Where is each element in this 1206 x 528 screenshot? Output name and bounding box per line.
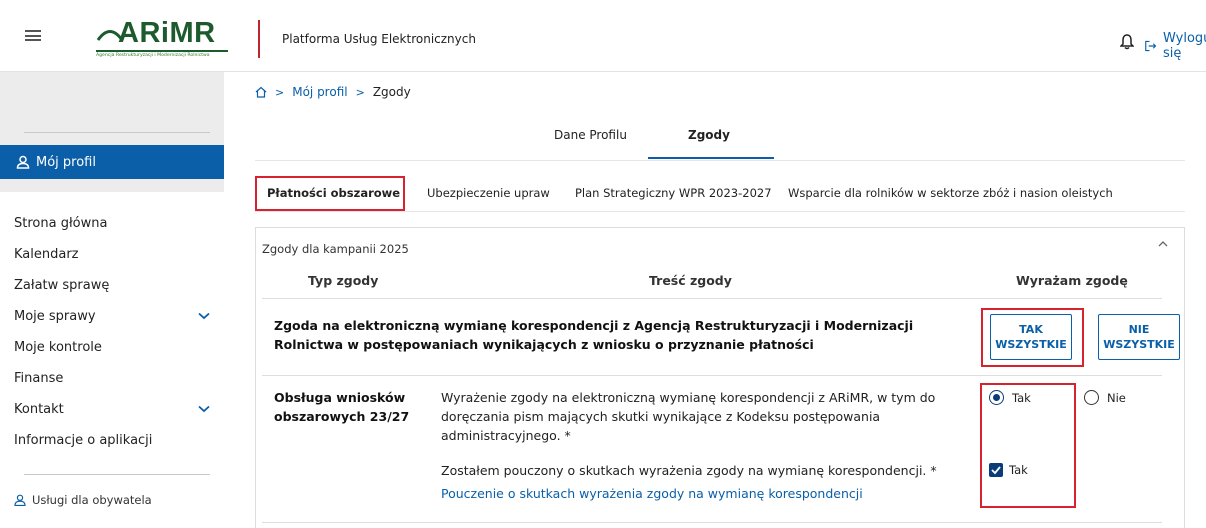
- tab-crop-insurance[interactable]: Ubezpieczenie upraw: [427, 186, 550, 200]
- sidebar-item-my-cases[interactable]: Moje sprawy: [14, 305, 210, 327]
- main-consent-text: Zgoda na elektroniczną wymianę korespond…: [274, 318, 914, 352]
- tab-strategic-plan[interactable]: Plan Strategiczny WPR 2023-2027: [575, 186, 772, 200]
- logout-button[interactable]: Wyloguj się: [1145, 31, 1206, 61]
- breadcrumb-current: Zgody: [372, 85, 411, 99]
- consent-2-yes-checkbox[interactable]: Tak: [989, 463, 1028, 477]
- sidebar-item-handle-matter[interactable]: Załatw sprawę: [14, 274, 210, 296]
- sidebar-item-my-inspections[interactable]: Moje kontrole: [14, 336, 210, 358]
- sidebar-citizen-services[interactable]: Usługi dla obywatela: [14, 493, 152, 507]
- radio-unchecked-icon: [1084, 390, 1099, 405]
- col-header-agree: Wyrażam zgodę: [1016, 273, 1128, 288]
- sidebar-item-home[interactable]: Strona główna: [14, 212, 210, 234]
- breadcrumb-my-profile[interactable]: Mój profil: [292, 85, 347, 99]
- sidebar-item-app-info[interactable]: Informacje o aplikacji: [14, 429, 210, 451]
- profile-tabs: Dane Profilu Zgody: [538, 128, 776, 160]
- consent-1-yes-radio[interactable]: Tak: [989, 390, 1031, 405]
- consent-info-link[interactable]: Pouczenie o skutkach wyrażenia zgody na …: [441, 486, 863, 501]
- sidebar-item-my-profile[interactable]: Mój profil: [0, 145, 224, 179]
- no-all-button[interactable]: NIE WSZYSTKIE: [1098, 314, 1180, 360]
- tab-consents[interactable]: Zgody: [688, 128, 730, 142]
- sidebar-item-contact[interactable]: Kontakt: [14, 398, 210, 420]
- chevron-down-icon: [198, 312, 210, 320]
- hamburger-menu-icon[interactable]: [25, 30, 41, 41]
- user-icon: [16, 155, 30, 169]
- tab-area-payments[interactable]: Płatności obszarowe: [267, 186, 400, 200]
- logout-icon: [1145, 40, 1157, 52]
- top-header: ARiMR Agencja Restrukturyzacji i Moderni…: [0, 0, 1206, 72]
- consent-2-text: Zostałem pouczony o skutkach wyrażenia z…: [441, 463, 937, 478]
- radio-checked-icon: [989, 390, 1004, 405]
- consent-1-text: Wyrażenie zgody na elektroniczną wymianę…: [441, 390, 936, 443]
- consent-category-tabs: Płatności obszarowe Ubezpieczenie upraw …: [255, 176, 1185, 212]
- home-icon[interactable]: [255, 86, 267, 98]
- sidebar-item-finance[interactable]: Finanse: [14, 367, 210, 389]
- tab-profile-data[interactable]: Dane Profilu: [554, 128, 627, 142]
- tab-grain-support[interactable]: Wsparcie dla rolników w sektorze zbóż i …: [788, 186, 1113, 200]
- checkbox-checked-icon: [989, 463, 1003, 477]
- consents-panel: Zgody dla kampanii 2025 Typ zgody Treść …: [255, 227, 1185, 528]
- sidebar-item-label: Mój profil: [36, 154, 96, 170]
- logout-label: Wyloguj się: [1163, 31, 1206, 61]
- chevron-up-icon[interactable]: [1158, 240, 1168, 248]
- logo-subtitle: Agencja Restrukturyzacji i Modernizacji …: [96, 53, 210, 58]
- sidebar: Mój profil Strona główna Kalendarz Załat…: [0, 72, 224, 528]
- platform-title: Platforma Usług Elektronicznych: [282, 32, 476, 46]
- consent-1-no-radio[interactable]: Nie: [1084, 390, 1126, 405]
- sidebar-item-calendar[interactable]: Kalendarz: [14, 243, 210, 265]
- col-header-type: Typ zgody: [308, 273, 379, 288]
- col-header-content: Treść zgody: [649, 273, 732, 288]
- yes-all-button[interactable]: TAK WSZYSTKIE: [990, 314, 1072, 360]
- section-label: Obsługa wniosków obszarowych 23/27: [274, 390, 410, 424]
- bell-icon[interactable]: [1120, 34, 1134, 50]
- user-icon: [14, 494, 26, 506]
- arimr-logo[interactable]: ARiMR Agencja Restrukturyzacji i Moderni…: [92, 17, 232, 58]
- chevron-down-icon: [198, 405, 210, 413]
- logo-text: ARiMR: [118, 17, 216, 49]
- sidebar-menu: Strona główna Kalendarz Załatw sprawę Mo…: [0, 192, 224, 528]
- panel-title: Zgody dla kampanii 2025: [262, 242, 409, 256]
- breadcrumb: > Mój profil > Zgody: [255, 85, 411, 99]
